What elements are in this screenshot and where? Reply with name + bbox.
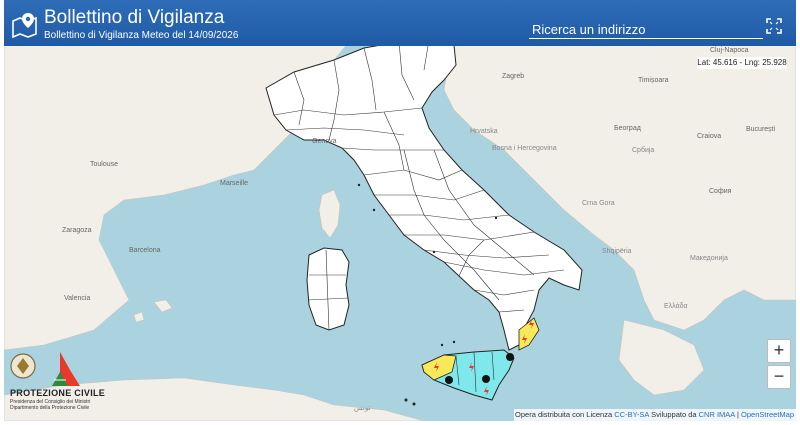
label-tunisia: تونس xyxy=(354,405,370,412)
logo-sub2: Dipartimento della Protezione Civile xyxy=(10,405,90,411)
label-crna-gora: Crna Gora xyxy=(582,200,615,207)
label-marseille: Marseille xyxy=(220,180,248,187)
osm-link[interactable]: OpenStreetMap xyxy=(741,410,794,419)
attribution-separator: | xyxy=(737,410,739,419)
page-subtitle: Bollettino di Vigilanza Meteo del 14/09/… xyxy=(44,30,239,41)
label-makedonija: Македонија xyxy=(690,255,728,262)
label-greece: Ελλάδα xyxy=(664,302,688,310)
label-timisoara: Timișoara xyxy=(638,77,669,84)
sardinia xyxy=(306,247,350,331)
label-cluj: Cluj-Napoca xyxy=(710,47,749,54)
attribution-text1: Opera distribuita con Licenza xyxy=(515,410,613,419)
map-canvas[interactable]: Toulouse Marseille Zaragoza Barcelona Va… xyxy=(4,0,796,421)
label-beograd: Београд xyxy=(614,125,641,132)
fullscreen-icon[interactable] xyxy=(766,18,782,34)
logo-name: PROTEZIONE CIVILE xyxy=(10,388,106,398)
logo-subtitle: Presidenza del Consiglio dei Ministri Di… xyxy=(10,399,100,411)
map-svg[interactable]: Toulouse Marseille Zaragoza Barcelona Va… xyxy=(4,0,796,421)
label-bucuresti: București xyxy=(746,126,776,133)
attribution-text2: Sviluppato da xyxy=(651,410,697,419)
label-hrvatska: Hrvatska xyxy=(470,128,498,135)
label-barcelona: Barcelona xyxy=(129,247,161,254)
label-shqiperia: Shqipëria xyxy=(602,248,632,255)
app-header: Bollettino di Vigilanza Bollettino di Vi… xyxy=(4,0,796,46)
developer-link[interactable]: CNR IMAA xyxy=(699,410,735,419)
label-srbija: Србија xyxy=(632,146,654,154)
map-attribution: Opera distribuita con Licenza CC-BY-SA S… xyxy=(514,409,796,421)
license-link[interactable]: CC-BY-SA xyxy=(614,410,649,419)
land-balearics xyxy=(133,299,173,323)
search-input[interactable] xyxy=(529,20,763,39)
coordinates-readout: Lat: 45.616 - Lng: 25.928 xyxy=(697,57,787,69)
label-zagreb: Zagreb xyxy=(502,73,524,80)
land-greece-south xyxy=(618,319,705,396)
map-pin-icon xyxy=(12,13,37,38)
label-sofia: София xyxy=(709,188,732,195)
corsica xyxy=(318,189,341,239)
label-genova: Genova xyxy=(312,138,337,145)
zoom-in-button[interactable]: + xyxy=(767,339,791,363)
label-valencia: Valencia xyxy=(64,295,90,302)
page-title: Bollettino di Vigilanza xyxy=(44,7,225,28)
label-craiova: Craiova xyxy=(697,133,721,140)
label-bosna: Bosna i Hercegovina xyxy=(492,145,557,152)
label-toulouse: Toulouse xyxy=(90,161,118,168)
zoom-out-button[interactable]: − xyxy=(767,365,791,389)
app-root: Toulouse Marseille Zaragoza Barcelona Va… xyxy=(0,0,800,425)
label-zaragoza: Zaragoza xyxy=(62,227,92,234)
